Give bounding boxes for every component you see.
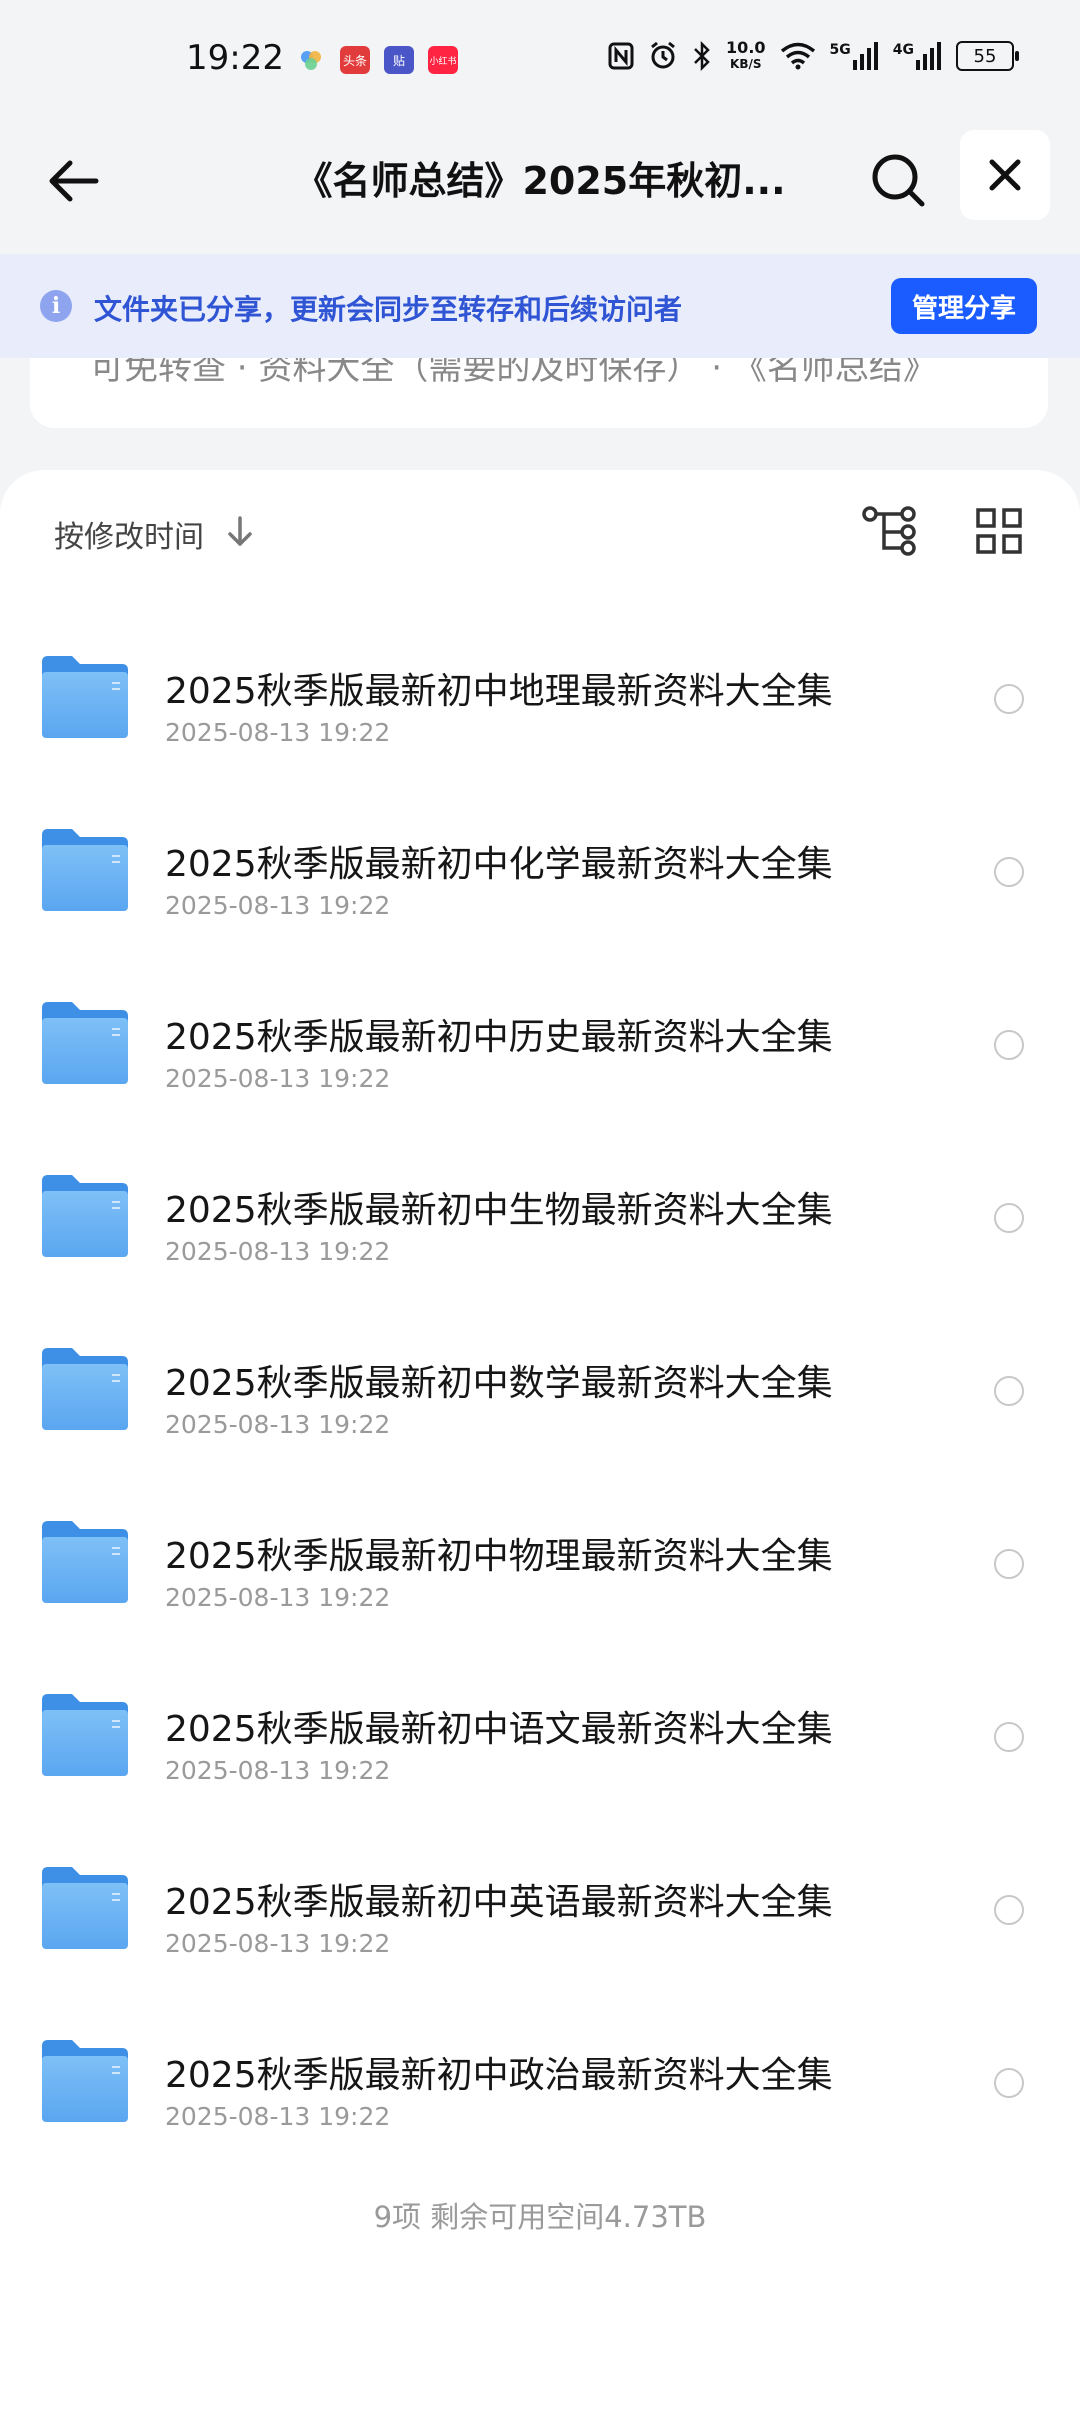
file-date: 2025-08-13 19:22 — [165, 1929, 391, 1958]
file-name: 2025秋季版最新初中地理最新资料大全集 — [165, 671, 833, 712]
select-radio[interactable] — [994, 1895, 1024, 1925]
close-button[interactable] — [960, 130, 1050, 220]
alarm-icon — [651, 41, 675, 69]
sort-bar: 按修改时间 — [0, 470, 1080, 590]
file-date: 2025-08-13 19:22 — [165, 891, 391, 920]
network-speed-unit: KB/S — [730, 57, 762, 71]
notification-icons: 头条 贴 小红书 — [296, 46, 458, 74]
bluetooth-icon — [694, 41, 710, 71]
file-date: 2025-08-13 19:22 — [165, 1237, 391, 1266]
nfc-icon — [608, 42, 634, 70]
folder-description-text: 可免转查 · 资料大全（需要的及时保存） · 《名师总结》 — [90, 358, 937, 388]
network-speed-value: 10.0 — [726, 38, 766, 57]
file-name: 2025秋季版最新初中化学最新资料大全集 — [165, 844, 833, 885]
file-row[interactable]: 2025秋季版最新初中地理最新资料大全集 2025-08-13 19:22 — [0, 640, 1080, 814]
signal-bars-icon — [916, 42, 941, 70]
file-row[interactable]: 2025秋季版最新初中历史最新资料大全集 2025-08-13 19:22 — [0, 986, 1080, 1160]
file-row[interactable]: 2025秋季版最新初中物理最新资料大全集 2025-08-13 19:22 — [0, 1505, 1080, 1679]
file-date: 2025-08-13 19:22 — [165, 1583, 391, 1612]
file-date: 2025-08-13 19:22 — [165, 718, 391, 747]
signal-4g-label: 4G — [892, 42, 914, 58]
storage-summary: 9项 剩余可用空间4.73TB — [373, 2200, 707, 2234]
file-name: 2025秋季版最新初中英语最新资料大全集 — [165, 1882, 833, 1923]
search-button[interactable] — [862, 144, 934, 216]
select-radio[interactable] — [994, 857, 1024, 887]
file-name: 2025秋季版最新初中物理最新资料大全集 — [165, 1536, 833, 1577]
folder-icon — [42, 1175, 128, 1257]
select-radio[interactable] — [994, 2068, 1024, 2098]
close-icon — [989, 159, 1021, 191]
folder-icon — [42, 656, 128, 738]
select-radio[interactable] — [994, 1722, 1024, 1752]
battery-icon: 55 — [956, 41, 1019, 71]
battery-level: 55 — [973, 45, 997, 67]
file-name: 2025秋季版最新初中政治最新资料大全集 — [165, 2055, 833, 2096]
file-row[interactable]: 2025秋季版最新初中数学最新资料大全集 2025-08-13 19:22 — [0, 1332, 1080, 1506]
folder-description-card[interactable]: 可免转查 · 资料大全（需要的及时保存） · 《名师总结》 — [30, 358, 1048, 428]
network-speed: 10.0 KB/S — [726, 40, 765, 72]
file-row[interactable]: 2025秋季版最新初中英语最新资料大全集 2025-08-13 19:22 — [0, 1851, 1080, 2025]
file-row[interactable]: 2025秋季版最新初中语文最新资料大全集 2025-08-13 19:22 — [0, 1678, 1080, 1852]
select-radio[interactable] — [994, 1203, 1024, 1233]
select-radio[interactable] — [994, 684, 1024, 714]
file-name: 2025秋季版最新初中数学最新资料大全集 — [165, 1363, 833, 1404]
file-date: 2025-08-13 19:22 — [165, 1410, 391, 1439]
sort-by-modified-time[interactable]: 按修改时间 — [54, 512, 204, 556]
tieba-app-icon: 贴 — [384, 46, 414, 74]
cloud-app-icon — [296, 46, 326, 74]
arrow-left-icon — [49, 160, 99, 202]
file-row[interactable]: 2025秋季版最新初中政治最新资料大全集 2025-08-13 19:22 — [0, 2024, 1080, 2198]
top-app-bar: 《名师总结》2025年秋初... — [0, 120, 1080, 254]
file-name: 2025秋季版最新初中语文最新资料大全集 — [165, 1709, 833, 1750]
xiaohongshu-app-icon: 小红书 — [428, 46, 458, 74]
folder-icon — [42, 2040, 128, 2122]
file-date: 2025-08-13 19:22 — [165, 1756, 391, 1785]
file-row[interactable]: 2025秋季版最新初中化学最新资料大全集 2025-08-13 19:22 — [0, 813, 1080, 987]
folder-icon — [42, 1002, 128, 1084]
status-indicators: 10.0 KB/S 5G 4G 55 — [608, 40, 1019, 72]
grid-view-icon[interactable] — [976, 508, 1022, 554]
file-name: 2025秋季版最新初中生物最新资料大全集 — [165, 1190, 833, 1231]
folder-icon — [42, 1867, 128, 1949]
arrow-down-icon[interactable] — [224, 512, 256, 552]
file-list-panel: 按修改时间 2025秋季版最新初中地理最新资料大全集 2025-08-13 19… — [0, 470, 1080, 2412]
back-button[interactable] — [38, 146, 108, 216]
search-icon — [872, 154, 925, 207]
file-row[interactable]: 2025秋季版最新初中生物最新资料大全集 2025-08-13 19:22 — [0, 1159, 1080, 1333]
signal-5g: 5G — [830, 42, 879, 70]
tree-view-icon[interactable] — [862, 506, 918, 558]
select-radio[interactable] — [994, 1030, 1024, 1060]
file-name: 2025秋季版最新初中历史最新资料大全集 — [165, 1017, 833, 1058]
manage-share-button[interactable]: 管理分享 — [891, 278, 1037, 334]
signal-5g-label: 5G — [829, 42, 851, 58]
folder-icon — [42, 1521, 128, 1603]
folder-icon — [42, 1694, 128, 1776]
share-banner: i 文件夹已分享，更新会同步至转存和后续访问者 管理分享 — [0, 254, 1080, 358]
status-bar: 19:22 头条 贴 小红书 10.0 KB/S 5G 4G 55 — [0, 0, 1080, 120]
toutiao-app-icon: 头条 — [340, 46, 370, 74]
share-banner-text: 文件夹已分享，更新会同步至转存和后续访问者 — [94, 293, 683, 326]
select-radio[interactable] — [994, 1549, 1024, 1579]
select-radio[interactable] — [994, 1376, 1024, 1406]
signal-bars-icon — [852, 42, 878, 70]
wifi-icon — [780, 42, 815, 70]
file-date: 2025-08-13 19:22 — [165, 1064, 391, 1093]
info-icon: i — [40, 290, 72, 322]
folder-icon — [42, 829, 128, 911]
folder-icon — [42, 1348, 128, 1430]
file-date: 2025-08-13 19:22 — [165, 2102, 391, 2131]
page-title: 《名师总结》2025年秋初... — [294, 159, 786, 203]
signal-4g: 4G — [893, 42, 942, 70]
status-time: 19:22 — [186, 38, 284, 78]
